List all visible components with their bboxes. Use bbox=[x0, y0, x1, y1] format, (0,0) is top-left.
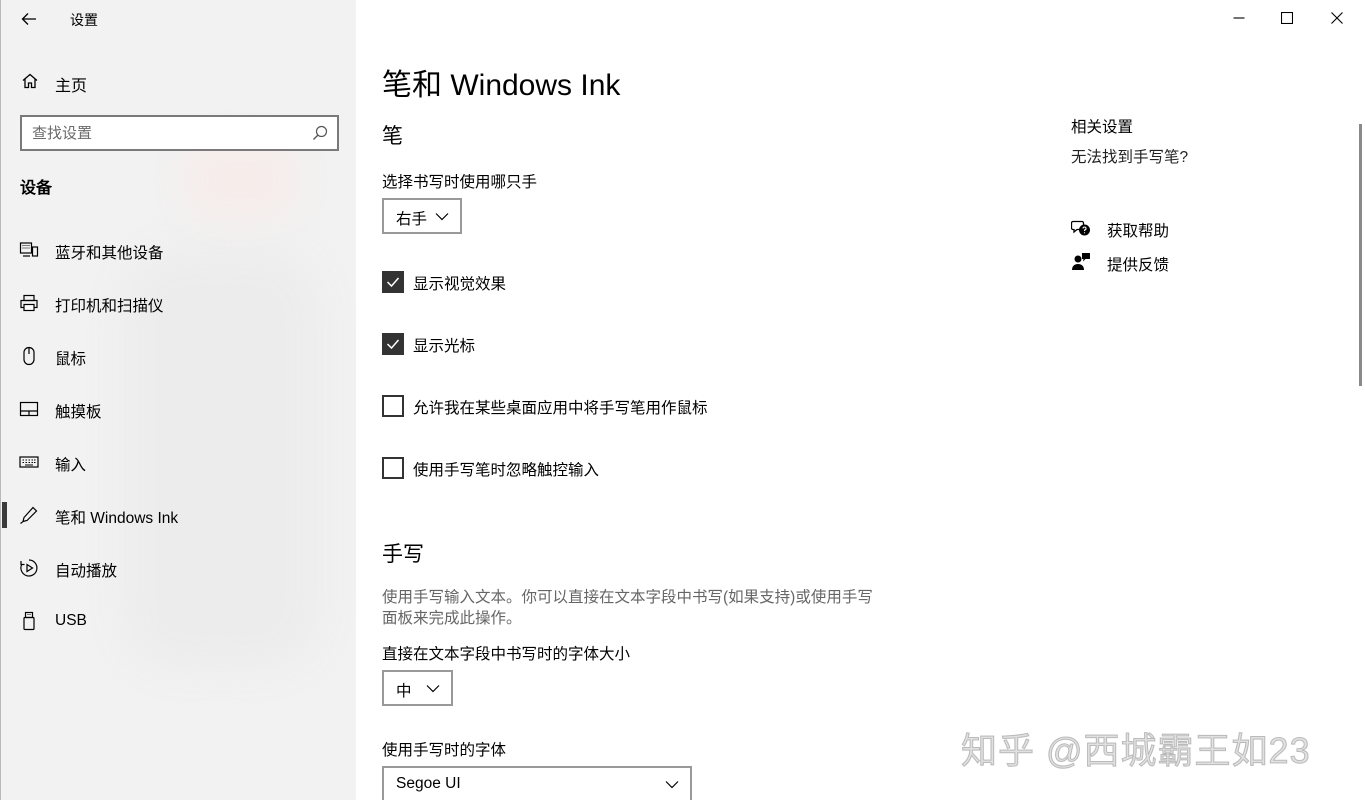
feedback-icon bbox=[1072, 253, 1090, 270]
keyboard-icon bbox=[19, 456, 39, 468]
sidebar-item-label: 触摸板 bbox=[55, 404, 102, 421]
close-icon bbox=[1331, 12, 1343, 24]
sidebar-item-pen[interactable]: 笔和 Windows Ink bbox=[1, 493, 356, 537]
feedback-label: 提供反馈 bbox=[1107, 257, 1170, 274]
sidebar-item-label: 输入 bbox=[55, 457, 87, 474]
checkbox-label: 显示光标 bbox=[413, 338, 476, 355]
pen-icon bbox=[20, 506, 38, 524]
sidebar-item-label: 主页 bbox=[55, 78, 88, 95]
sidebar-item-mouse[interactable]: 鼠标 bbox=[1, 334, 356, 378]
back-button[interactable] bbox=[15, 6, 43, 32]
sidebar-item-usb[interactable]: USB bbox=[1, 599, 356, 643]
chevron-down-icon bbox=[435, 213, 449, 221]
checkbox-box[interactable] bbox=[382, 457, 404, 479]
font-dropdown-value: Segoe UI bbox=[396, 775, 461, 792]
sidebar-item-label: 鼠标 bbox=[55, 351, 87, 368]
minimize-button[interactable] bbox=[1215, 0, 1263, 36]
sidebar: 设置 主页 设备 蓝牙和其他设备 打印机和扫描仪 鼠标 触摸板 输入 笔和 Wi… bbox=[0, 0, 356, 800]
app-title: 设置 bbox=[70, 12, 98, 28]
checkbox-label: 使用手写笔时忽略触控输入 bbox=[413, 462, 600, 479]
checkbox-box[interactable] bbox=[382, 271, 404, 293]
home-icon bbox=[22, 73, 38, 89]
close-button[interactable] bbox=[1313, 0, 1361, 36]
printer-icon bbox=[20, 294, 38, 312]
sidebar-item-label: 自动播放 bbox=[55, 563, 118, 580]
sidebar-item-autoplay[interactable]: 自动播放 bbox=[1, 546, 356, 590]
checkmark-icon bbox=[386, 277, 400, 288]
chevron-down-icon bbox=[665, 781, 679, 789]
usb-icon bbox=[23, 611, 35, 631]
title-bar: 设置 bbox=[1, 0, 356, 38]
search-input[interactable] bbox=[32, 123, 302, 143]
hand-label: 选择书写时使用哪只手 bbox=[382, 174, 538, 191]
main-content: 笔和 Windows Ink 笔 选择书写时使用哪只手 右手 显示视觉效果 显示… bbox=[356, 0, 1365, 800]
font-size-dropdown-value: 中 bbox=[396, 683, 412, 700]
selection-indicator bbox=[2, 502, 7, 528]
checkbox-box[interactable] bbox=[382, 333, 404, 355]
font-label: 使用手写时的字体 bbox=[382, 742, 507, 759]
get-help-label: 获取帮助 bbox=[1107, 223, 1170, 240]
checkbox-label: 允许我在某些桌面应用中将手写笔用作鼠标 bbox=[413, 400, 708, 417]
sidebar-item-label: 打印机和扫描仪 bbox=[55, 298, 164, 315]
sidebar-item-typing[interactable]: 输入 bbox=[1, 440, 356, 484]
page-title: 笔和 Windows Ink bbox=[382, 69, 621, 102]
checkbox-box[interactable] bbox=[382, 395, 404, 417]
search-box[interactable] bbox=[20, 115, 339, 151]
checkmark-icon bbox=[386, 339, 400, 350]
related-settings-heading: 相关设置 bbox=[1071, 119, 1134, 136]
scrollbar[interactable] bbox=[1359, 124, 1362, 386]
touchpad-icon bbox=[19, 401, 39, 417]
chevron-down-icon bbox=[426, 685, 440, 693]
sidebar-item-label: 蓝牙和其他设备 bbox=[55, 245, 164, 262]
font-size-label: 直接在文本字段中书写时的字体大小 bbox=[382, 646, 631, 663]
sidebar-item-label: USB bbox=[55, 612, 87, 629]
cant-find-pen-link[interactable]: 无法找到手写笔? bbox=[1071, 145, 1188, 167]
sidebar-item-home[interactable]: 主页 bbox=[1, 66, 356, 96]
bluetooth-devices-icon bbox=[19, 242, 39, 257]
sidebar-item-printers[interactable]: 打印机和扫描仪 bbox=[1, 281, 356, 325]
maximize-button[interactable] bbox=[1263, 0, 1311, 36]
sidebar-item-touchpad[interactable]: 触摸板 bbox=[1, 387, 356, 431]
get-help-icon bbox=[1071, 220, 1090, 236]
handwriting-section-heading: 手写 bbox=[382, 543, 424, 566]
handwriting-description: 使用手写输入文本。你可以直接在文本字段中书写(如果支持)或使用手写面板来完成此操… bbox=[382, 589, 873, 627]
checkbox-label: 显示视觉效果 bbox=[413, 276, 507, 293]
hand-dropdown[interactable]: 右手 bbox=[382, 198, 462, 234]
section-heading: 设备 bbox=[20, 180, 53, 197]
search-icon[interactable] bbox=[311, 124, 329, 142]
watermark: 知乎 @西城霸王如23 bbox=[961, 730, 1311, 772]
minimize-icon bbox=[1233, 17, 1245, 19]
pen-section-heading: 笔 bbox=[382, 125, 403, 148]
font-size-dropdown[interactable]: 中 bbox=[382, 670, 453, 706]
mouse-icon bbox=[23, 346, 35, 366]
back-arrow-icon bbox=[21, 13, 36, 25]
autoplay-icon bbox=[20, 559, 38, 577]
sidebar-item-bluetooth[interactable]: 蓝牙和其他设备 bbox=[1, 228, 356, 272]
background-blur bbox=[181, 140, 301, 220]
sidebar-item-label: 笔和 Windows Ink bbox=[55, 510, 179, 527]
hand-dropdown-value: 右手 bbox=[396, 211, 428, 228]
maximize-icon bbox=[1281, 12, 1293, 24]
font-dropdown[interactable]: Segoe UI bbox=[382, 766, 692, 800]
